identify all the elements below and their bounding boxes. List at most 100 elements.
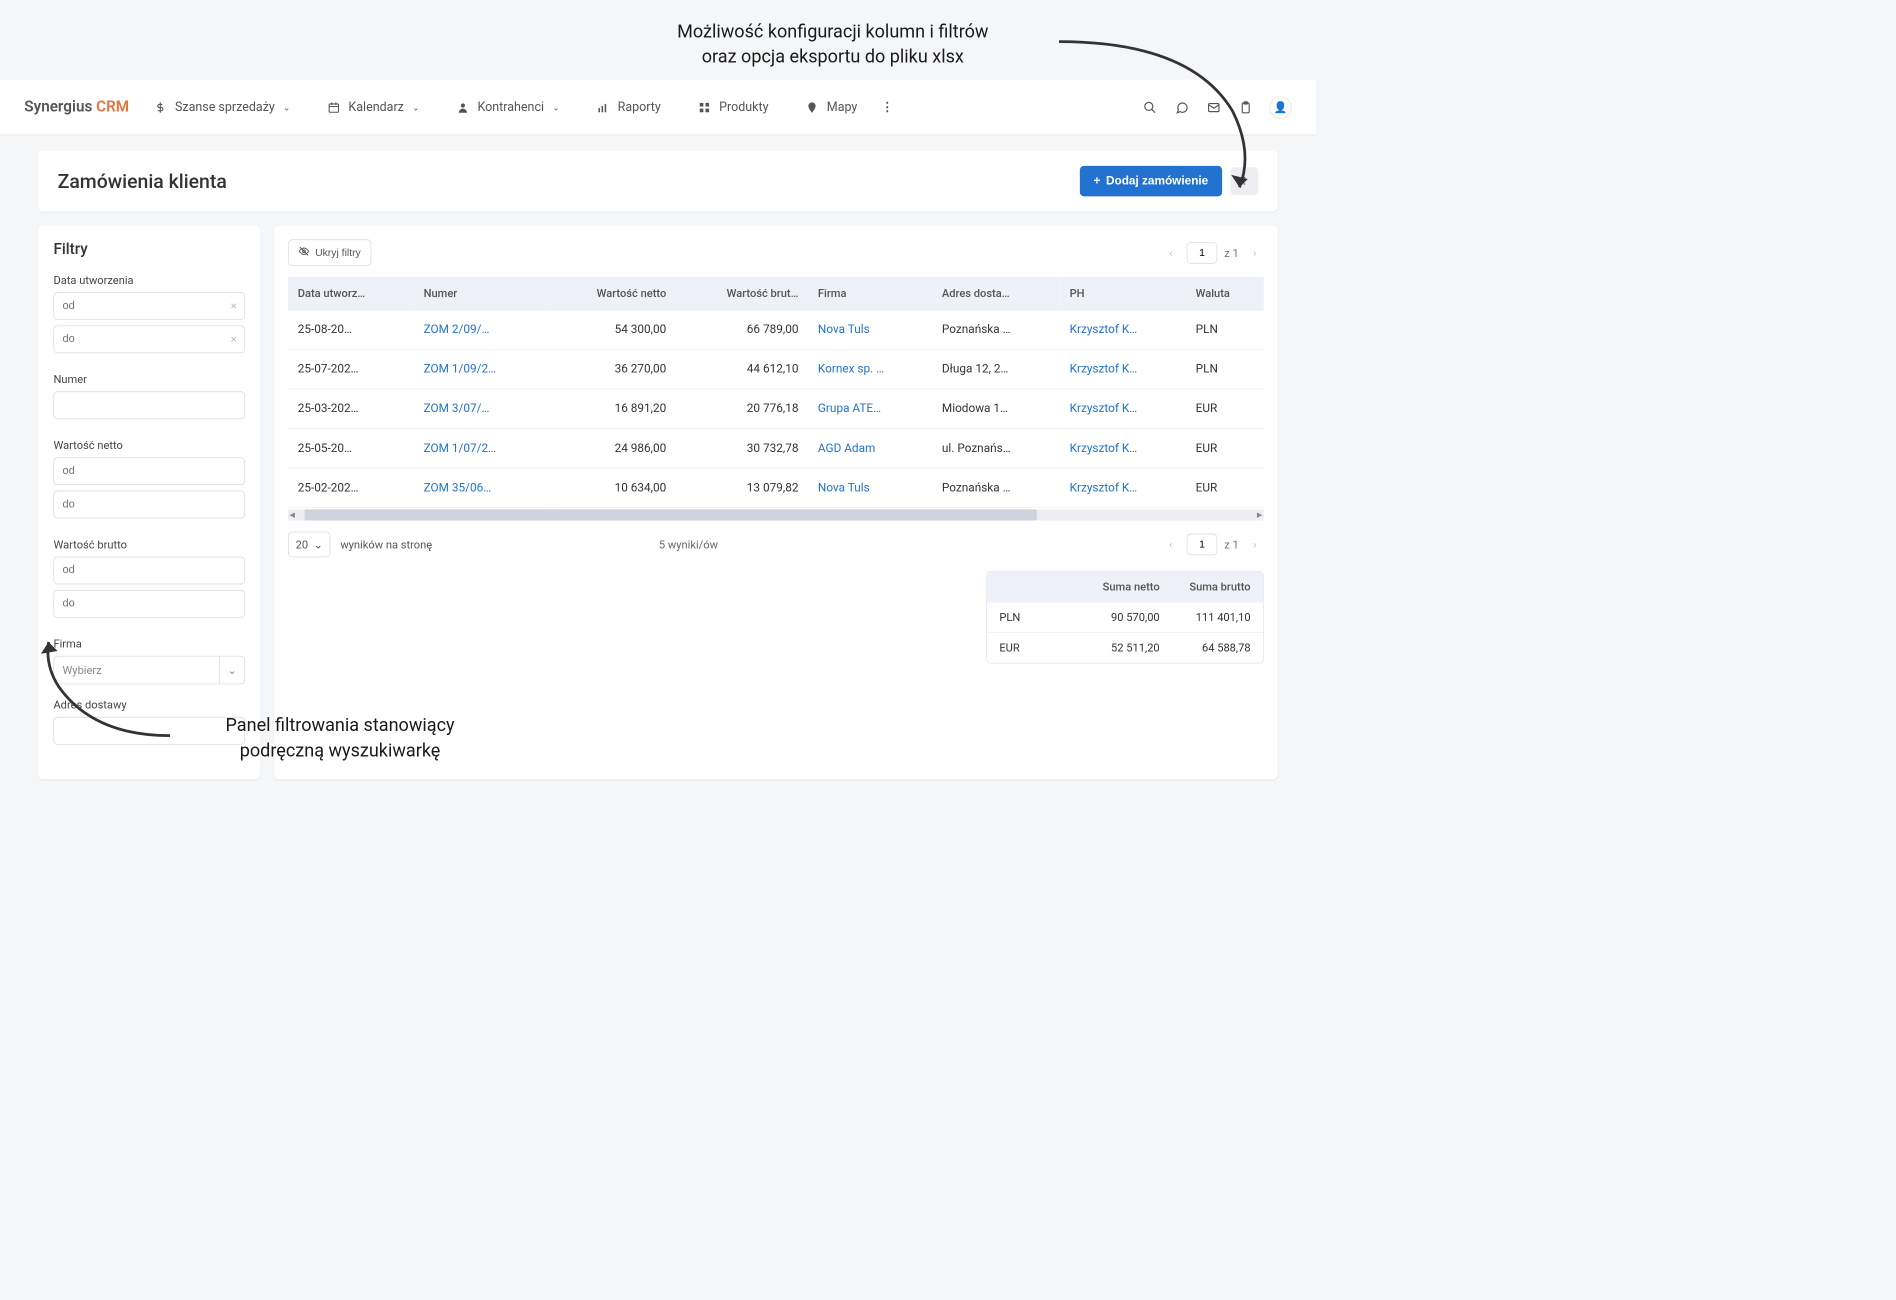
chevron-down-icon: ⌄ bbox=[412, 102, 419, 112]
clear-icon[interactable]: × bbox=[231, 332, 237, 345]
cell-ph[interactable]: Krzysztof K… bbox=[1060, 389, 1186, 429]
scroll-right-icon: ▶ bbox=[1255, 511, 1263, 519]
cell-address: Długa 12, 2… bbox=[932, 349, 1060, 389]
table-header[interactable]: Wartość brut… bbox=[676, 277, 808, 310]
nav-label: Produkty bbox=[719, 100, 768, 115]
summary-net: 52 511,20 bbox=[1069, 641, 1160, 654]
filter-number: Numer bbox=[53, 373, 245, 425]
content: Zamówienia klienta + Dodaj zamówienie ⋮ … bbox=[0, 135, 1316, 794]
nav-item-2[interactable]: Kontrahenci⌄ bbox=[455, 100, 559, 115]
cell-company[interactable]: Nova Tuls bbox=[808, 468, 932, 508]
scroll-left-icon: ◀ bbox=[288, 511, 296, 519]
calendar-icon bbox=[326, 100, 341, 115]
filter-gross-from[interactable] bbox=[53, 557, 245, 585]
cell-address: ul. Poznańs… bbox=[932, 429, 1060, 469]
cell-number[interactable]: ZOM 3/07/… bbox=[414, 389, 547, 429]
more-menu[interactable]: ⋮ bbox=[881, 100, 893, 115]
cell-currency: EUR bbox=[1186, 468, 1264, 508]
logo: Synergius CRM bbox=[24, 99, 129, 116]
hide-filters-label: Ukryj filtry bbox=[315, 247, 361, 259]
summary-header-net: Suma netto bbox=[1069, 580, 1160, 593]
chevron-down-icon: ⌄ bbox=[219, 657, 244, 684]
nav-item-5[interactable]: Mapy bbox=[805, 100, 858, 115]
cell-number[interactable]: ZOM 2/09/… bbox=[414, 310, 547, 350]
cell-address: Poznańska … bbox=[932, 310, 1060, 350]
summary-currency: EUR bbox=[999, 641, 1068, 654]
orders-table: Data utworz…NumerWartość nettoWartość br… bbox=[288, 277, 1264, 508]
pager-prev[interactable]: ‹ bbox=[1162, 244, 1180, 262]
cell-company[interactable]: Kornex sp. … bbox=[808, 349, 932, 389]
pager-prev[interactable]: ‹ bbox=[1162, 535, 1180, 553]
filter-number-input[interactable] bbox=[53, 391, 245, 419]
bottom-bar: 20 ⌄ wyników na stronę 5 wyniki/ów ‹ z 1… bbox=[288, 532, 1264, 558]
cell-gross: 30 732,78 bbox=[676, 429, 808, 469]
results-count: 5 wyniki/ów bbox=[659, 538, 718, 551]
chevron-down-icon: ⌄ bbox=[283, 102, 290, 112]
perpage-label: wyników na stronę bbox=[340, 538, 432, 551]
nav-item-4[interactable]: Produkty bbox=[697, 100, 769, 115]
bars-icon bbox=[595, 100, 610, 115]
cell-ph[interactable]: Krzysztof K… bbox=[1060, 468, 1186, 508]
table-row[interactable]: 25-07-202…ZOM 1/09/2…36 270,0044 612,10K… bbox=[288, 349, 1264, 389]
pager-next[interactable]: › bbox=[1246, 535, 1264, 553]
summary-net: 90 570,00 bbox=[1069, 611, 1160, 624]
pager-next[interactable]: › bbox=[1246, 244, 1264, 262]
filter-gross-to[interactable] bbox=[53, 590, 245, 618]
cell-currency: EUR bbox=[1186, 429, 1264, 469]
cell-gross: 13 079,82 bbox=[676, 468, 808, 508]
pager-bottom: ‹ z 1 › bbox=[1162, 534, 1264, 556]
summary-gross: 111 401,10 bbox=[1160, 611, 1251, 624]
pager-of: z 1 bbox=[1224, 246, 1239, 259]
nav-item-0[interactable]: Szanse sprzedaży⌄ bbox=[153, 100, 290, 115]
table-header[interactable]: Wartość netto bbox=[547, 277, 676, 310]
filter-number-label: Numer bbox=[53, 373, 245, 386]
filter-net-to[interactable] bbox=[53, 491, 245, 519]
nav-label: Raporty bbox=[618, 100, 661, 115]
cell-date: 25-03-202… bbox=[288, 389, 414, 429]
clear-icon[interactable]: × bbox=[231, 299, 237, 312]
cell-company[interactable]: Grupa ATE… bbox=[808, 389, 932, 429]
pager-page-input[interactable] bbox=[1187, 242, 1218, 264]
table-header[interactable]: Numer bbox=[414, 277, 547, 310]
cell-ph[interactable]: Krzysztof K… bbox=[1060, 429, 1186, 469]
pager-top: ‹ z 1 › bbox=[1162, 242, 1264, 264]
table-header[interactable]: Data utworz… bbox=[288, 277, 414, 310]
nav-label: Kalendarz bbox=[348, 100, 403, 115]
grid-icon bbox=[697, 100, 712, 115]
scrollbar-thumb[interactable] bbox=[305, 509, 1037, 520]
cell-number[interactable]: ZOM 1/07/2… bbox=[414, 429, 547, 469]
filter-net-from[interactable] bbox=[53, 457, 245, 485]
cell-ph[interactable]: Krzysztof K… bbox=[1060, 349, 1186, 389]
table-row[interactable]: 25-05-20…ZOM 1/07/2…24 986,0030 732,78AG… bbox=[288, 429, 1264, 469]
cell-number[interactable]: ZOM 1/09/2… bbox=[414, 349, 547, 389]
nav-item-1[interactable]: Kalendarz ⌄ bbox=[326, 100, 419, 115]
logo-text: Synergius bbox=[24, 99, 96, 116]
table-header[interactable]: Waluta bbox=[1186, 277, 1264, 310]
chevron-down-icon: ⌄ bbox=[552, 102, 559, 112]
pager-page-input[interactable] bbox=[1187, 534, 1218, 556]
cell-company[interactable]: Nova Tuls bbox=[808, 310, 932, 350]
filter-date-to[interactable] bbox=[53, 325, 245, 353]
summary-currency: PLN bbox=[999, 611, 1068, 624]
cell-ph[interactable]: Krzysztof K… bbox=[1060, 310, 1186, 350]
horizontal-scrollbar[interactable]: ◀ ▶ bbox=[288, 509, 1264, 520]
summary-row: PLN90 570,00111 401,10 bbox=[987, 602, 1263, 633]
table-row[interactable]: 25-03-202…ZOM 3/07/…16 891,2020 776,18Gr… bbox=[288, 389, 1264, 429]
table-header[interactable]: Firma bbox=[808, 277, 932, 310]
filter-date-from[interactable] bbox=[53, 292, 245, 320]
table-header[interactable]: PH bbox=[1060, 277, 1186, 310]
table-row[interactable]: 25-08-20…ZOM 2/09/…54 300,0066 789,00Nov… bbox=[288, 310, 1264, 350]
perpage-select[interactable]: 20 ⌄ bbox=[288, 532, 331, 558]
summary-table: Suma netto Suma brutto PLN90 570,00111 4… bbox=[986, 571, 1264, 663]
pager-of: z 1 bbox=[1224, 538, 1239, 551]
nav-item-3[interactable]: Raporty bbox=[595, 100, 660, 115]
cell-number[interactable]: ZOM 35/06… bbox=[414, 468, 547, 508]
table-row[interactable]: 25-02-202…ZOM 35/06…10 634,0013 079,82No… bbox=[288, 468, 1264, 508]
hide-filters-button[interactable]: Ukryj filtry bbox=[288, 239, 371, 265]
cell-net: 54 300,00 bbox=[547, 310, 676, 350]
table-header[interactable]: Adres dosta… bbox=[932, 277, 1060, 310]
cell-address: Poznańska … bbox=[932, 468, 1060, 508]
cell-gross: 44 612,10 bbox=[676, 349, 808, 389]
filter-date: Data utworzenia × × bbox=[53, 273, 245, 358]
cell-company[interactable]: AGD Adam bbox=[808, 429, 932, 469]
